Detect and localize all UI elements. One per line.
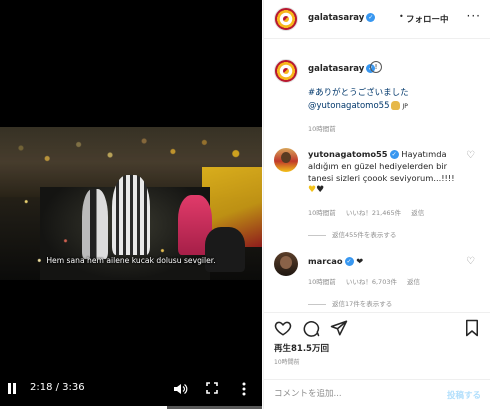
post-button[interactable]: 投稿する: [447, 389, 481, 401]
caption-hashtag[interactable]: #ありがとうございました: [308, 86, 409, 98]
post-header: galatasaray ✓ • フォロー中 ···: [264, 0, 490, 39]
comment-icon[interactable]: [302, 319, 320, 337]
reply-button[interactable]: 返信: [407, 278, 420, 286]
volume-icon[interactable]: [172, 381, 188, 397]
comment-username[interactable]: marcao: [308, 256, 343, 266]
comment-likes[interactable]: いいね！6,703件: [346, 278, 397, 286]
yellow-heart-icon: ♥: [308, 185, 317, 195]
comment-time: 10時間前: [308, 209, 336, 217]
follow-status-button[interactable]: フォロー中: [406, 13, 449, 25]
fullscreen-icon[interactable]: [206, 382, 218, 394]
header-username[interactable]: galatasaray ✓: [308, 13, 376, 23]
scream-emoji-icon: !: [370, 61, 382, 73]
praying-hands-icon: [391, 101, 401, 110]
comment-avatar[interactable]: [274, 148, 298, 172]
more-options-icon[interactable]: ···: [467, 9, 481, 23]
verified-icon: ✓: [389, 150, 399, 159]
comment-input[interactable]: [274, 389, 434, 399]
post-panel: galatasaray ✓ • フォロー中 ··· galatasaray ✓ ! …: [263, 0, 490, 409]
language-flag: JP: [402, 103, 408, 110]
comment-username[interactable]: yutonagatomo55: [308, 149, 388, 159]
comment-text: yutonagatomo55 ✓ Hayatımda aldığım en güz…: [308, 148, 458, 184]
video-time: 2:18 / 3:36: [30, 382, 85, 393]
heart-icon[interactable]: [274, 319, 292, 337]
separator-dot: •: [399, 12, 404, 21]
comment-hearts: ♥♥: [308, 185, 324, 195]
caption-mention-line: @yutonagatomo55 JP: [308, 101, 408, 111]
verified-icon: ✓: [344, 257, 354, 266]
view-replies-link[interactable]: 返信17件を表示する: [308, 298, 392, 308]
comment-time: 10時間前: [308, 278, 336, 286]
share-icon[interactable]: [330, 319, 348, 337]
caption-timestamp: 10時間前: [308, 125, 336, 133]
action-bar: [264, 312, 490, 342]
video-subtitle: Hem sana hem ailene kucak dolusu sevgile…: [46, 256, 216, 265]
comment-body: ❤: [356, 256, 364, 266]
player-figure: [82, 189, 108, 259]
like-comment-icon[interactable]: ♡: [466, 150, 475, 161]
black-heart-icon: ♥: [316, 185, 325, 195]
like-comment-icon[interactable]: ♡: [466, 256, 475, 267]
pause-icon[interactable]: [8, 383, 18, 395]
player-figure: [112, 175, 150, 255]
verified-icon: ✓: [366, 13, 376, 22]
comment-meta: 10時間前 いいね！6,703件 返信: [308, 276, 428, 286]
player-figure: [205, 227, 245, 272]
caption-avatar[interactable]: [274, 59, 298, 83]
video-player[interactable]: Hem sana hem ailene kucak dolusu sevgile…: [0, 0, 262, 409]
more-icon[interactable]: [236, 381, 252, 397]
comment-bar: 投稿する: [264, 379, 490, 409]
post-timestamp: 10時間前: [274, 359, 300, 366]
comment-meta: 10時間前 いいね！21,465件 返信: [308, 207, 432, 217]
caption-username[interactable]: galatasaray ✓: [308, 64, 376, 74]
view-replies-link[interactable]: 返信455件を表示する: [308, 229, 396, 239]
comment-likes[interactable]: いいね！21,465件: [346, 209, 401, 217]
view-count[interactable]: 再生81.5万回: [274, 342, 329, 354]
comment-avatar[interactable]: [274, 252, 298, 276]
reply-button[interactable]: 返信: [411, 209, 424, 217]
caption-mention[interactable]: @yutonagatomo55: [308, 101, 389, 111]
bookmark-icon[interactable]: [463, 319, 481, 337]
video-controls: 2:18 / 3:36: [0, 369, 262, 409]
comment-text: marcao ✓ ❤: [308, 256, 363, 266]
avatar[interactable]: [274, 7, 298, 31]
